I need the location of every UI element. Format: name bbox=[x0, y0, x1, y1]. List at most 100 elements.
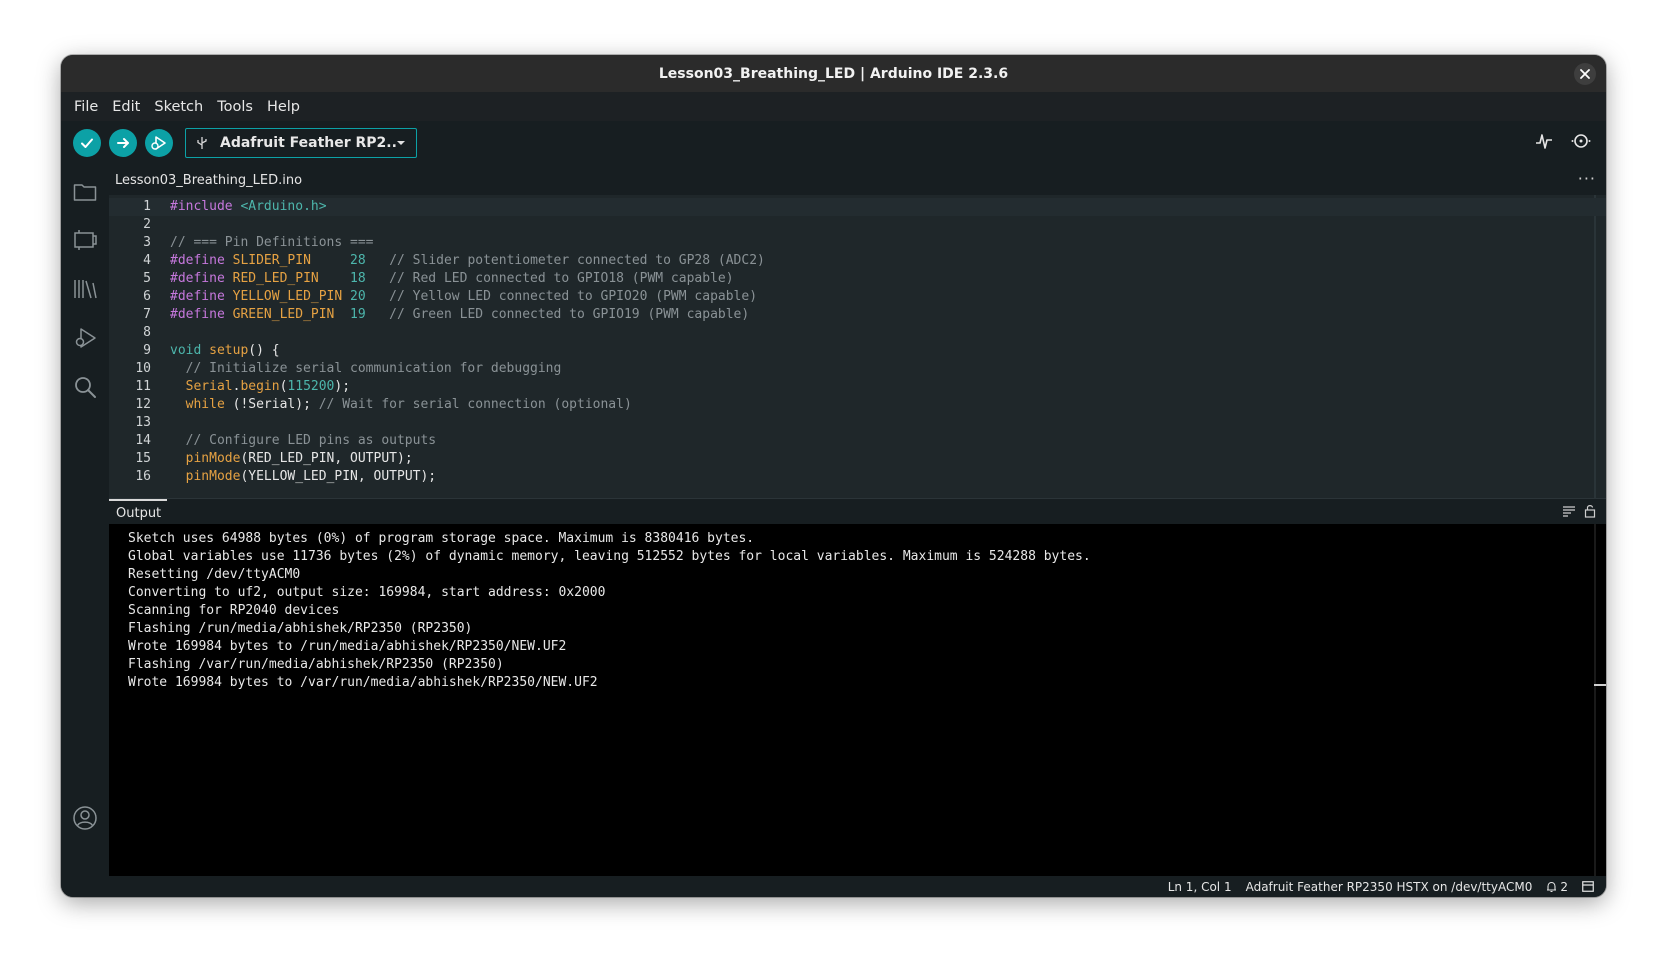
code-token: #include bbox=[170, 199, 241, 214]
code-token: () { bbox=[248, 343, 280, 358]
code-token: // === Pin Definitions === bbox=[170, 235, 374, 250]
more-actions-icon[interactable]: ··· bbox=[1578, 169, 1596, 188]
line-number: 14 bbox=[135, 433, 151, 448]
code-line[interactable]: 3 // === Pin Definitions === bbox=[109, 234, 1606, 252]
code-text: Serial.begin(115200); bbox=[170, 378, 350, 396]
serial-plotter-icon[interactable] bbox=[1534, 131, 1554, 151]
code-token: // Red LED connected to GPIO18 (PWM capa… bbox=[389, 271, 734, 286]
code-editor[interactable]: 1 #include <Arduino.h> 2 3 // === Pin Defini… bbox=[109, 195, 1606, 498]
code-text: pinMode(RED_LED_PIN, OUTPUT); bbox=[170, 450, 413, 468]
code-line[interactable]: 2 bbox=[109, 216, 1606, 234]
code-text: pinMode(YELLOW_LED_PIN, OUTPUT); bbox=[170, 468, 436, 486]
line-number: 11 bbox=[135, 379, 151, 394]
code-line[interactable]: 1 #include <Arduino.h> bbox=[109, 198, 1606, 216]
line-number: 3 bbox=[143, 235, 151, 250]
code-line[interactable]: 12 while (!Serial); // Wait for serial c… bbox=[109, 396, 1606, 414]
output-line: Scanning for RP2040 devices bbox=[128, 603, 340, 618]
code-line[interactable]: 9 void setup() { bbox=[109, 342, 1606, 360]
editor-tab[interactable]: Lesson03_Breathing_LED.ino bbox=[109, 165, 309, 195]
menu-help[interactable]: Help bbox=[260, 99, 307, 115]
code-line[interactable]: 7 #define GREEN_LED_PIN 19 // Green LED c… bbox=[109, 306, 1606, 324]
menu-bar: File Edit Sketch Tools Help bbox=[61, 92, 1606, 121]
code-token: #define bbox=[170, 271, 233, 286]
code-line[interactable]: 15 pinMode(RED_LED_PIN, OUTPUT); bbox=[109, 450, 1606, 468]
editor-tab-label: Lesson03_Breathing_LED.ino bbox=[115, 172, 303, 188]
status-bar: Ln 1, Col 1 Adafruit Feather RP2350 HSTX… bbox=[109, 876, 1606, 897]
code-token: GREEN_LED_PIN bbox=[232, 307, 335, 322]
output-tab[interactable]: Output bbox=[109, 499, 167, 525]
usb-icon bbox=[197, 137, 207, 149]
output-tab-label: Output bbox=[116, 505, 162, 521]
menu-file[interactable]: File bbox=[67, 99, 105, 115]
code-token: #define bbox=[170, 253, 233, 268]
code-line[interactable]: 10 // Initialize serial communication fo… bbox=[109, 360, 1606, 378]
upload-button[interactable] bbox=[109, 129, 137, 157]
toggle-panel-icon[interactable] bbox=[1582, 881, 1594, 892]
code-text: // Configure LED pins as outputs bbox=[170, 432, 436, 450]
code-line[interactable]: 5 #define RED_LED_PIN 18 // Red LED conne… bbox=[109, 270, 1606, 288]
line-number: 7 bbox=[143, 307, 151, 322]
code-token: setup bbox=[209, 343, 249, 358]
check-icon bbox=[81, 138, 93, 148]
code-line[interactable]: 6 #define YELLOW_LED_PIN 20 // Yellow LED… bbox=[109, 288, 1606, 306]
account-icon[interactable] bbox=[72, 805, 98, 831]
code-token: SLIDER_PIN bbox=[232, 253, 311, 268]
output-scrollbar[interactable] bbox=[1594, 524, 1596, 876]
code-token: ); bbox=[334, 379, 351, 394]
code-text: void setup() { bbox=[170, 342, 280, 360]
board-selector[interactable]: Adafruit Feather RP2... bbox=[185, 128, 417, 158]
code-line[interactable]: 13 bbox=[109, 414, 1606, 432]
line-number: 6 bbox=[143, 289, 151, 304]
code-token: while bbox=[185, 397, 225, 412]
boards-manager-icon[interactable] bbox=[72, 227, 98, 253]
menu-tools[interactable]: Tools bbox=[210, 99, 260, 115]
line-number: 13 bbox=[135, 415, 151, 430]
code-line[interactable]: 4 #define SLIDER_PIN 28 // Slider potenti… bbox=[109, 252, 1606, 270]
output-scroll-thumb[interactable] bbox=[1594, 684, 1606, 686]
code-line[interactable]: 8 bbox=[109, 324, 1606, 342]
code-line[interactable]: 14 // Configure LED pins as outputs bbox=[109, 432, 1606, 450]
bell-icon bbox=[1547, 881, 1557, 892]
line-number: 8 bbox=[143, 325, 151, 340]
cursor-position[interactable]: Ln 1, Col 1 bbox=[1168, 880, 1232, 894]
code-token: // Initialize serial communication for d… bbox=[185, 361, 562, 376]
verify-button[interactable] bbox=[73, 129, 101, 157]
serial-monitor-icon[interactable] bbox=[1570, 131, 1592, 151]
scroll-lock-icon[interactable] bbox=[1584, 504, 1596, 518]
close-window-button[interactable] bbox=[1574, 63, 1596, 85]
output-console[interactable]: Sketch uses 64988 bytes (0%) of program … bbox=[109, 524, 1606, 876]
debug-icon bbox=[151, 136, 166, 150]
code-token: void bbox=[170, 343, 210, 358]
clear-output-icon[interactable] bbox=[1562, 504, 1576, 518]
board-port-status[interactable]: Adafruit Feather RP2350 HSTX on /dev/tty… bbox=[1246, 880, 1533, 894]
code-line[interactable]: 11 Serial.begin(115200); bbox=[109, 378, 1606, 396]
menu-edit[interactable]: Edit bbox=[105, 99, 147, 115]
code-text: #define SLIDER_PIN 28 // Slider potentio… bbox=[170, 252, 765, 270]
menu-sketch[interactable]: Sketch bbox=[147, 99, 210, 115]
debug-button[interactable] bbox=[145, 129, 173, 157]
code-line[interactable]: 16 pinMode(YELLOW_LED_PIN, OUTPUT); bbox=[109, 468, 1606, 486]
search-icon[interactable] bbox=[72, 374, 98, 400]
library-manager-icon[interactable] bbox=[72, 276, 98, 302]
code-token: (!Serial); bbox=[224, 397, 319, 412]
output-line: Wrote 169984 bytes to /run/media/abhishe… bbox=[128, 639, 567, 654]
code-token: // Yellow LED connected to GPIO20 (PWM c… bbox=[389, 289, 758, 304]
activity-sidebar bbox=[61, 165, 109, 897]
output-line: Flashing /run/media/abhishek/RP2350 (RP2… bbox=[128, 621, 473, 636]
debug-panel-icon[interactable] bbox=[72, 325, 98, 351]
code-token: 20 bbox=[350, 289, 366, 304]
notifications[interactable]: 2 bbox=[1546, 880, 1568, 894]
sketchbook-folder-icon[interactable] bbox=[72, 179, 98, 205]
line-number: 4 bbox=[143, 253, 151, 268]
code-token: // Green LED connected to GPIO19 (PWM ca… bbox=[389, 307, 750, 322]
code-token: RED_LED_PIN bbox=[232, 271, 319, 286]
code-token: // Configure LED pins as outputs bbox=[185, 433, 437, 448]
code-token: YELLOW_LED_PIN bbox=[232, 289, 343, 304]
line-number: 10 bbox=[135, 361, 151, 376]
